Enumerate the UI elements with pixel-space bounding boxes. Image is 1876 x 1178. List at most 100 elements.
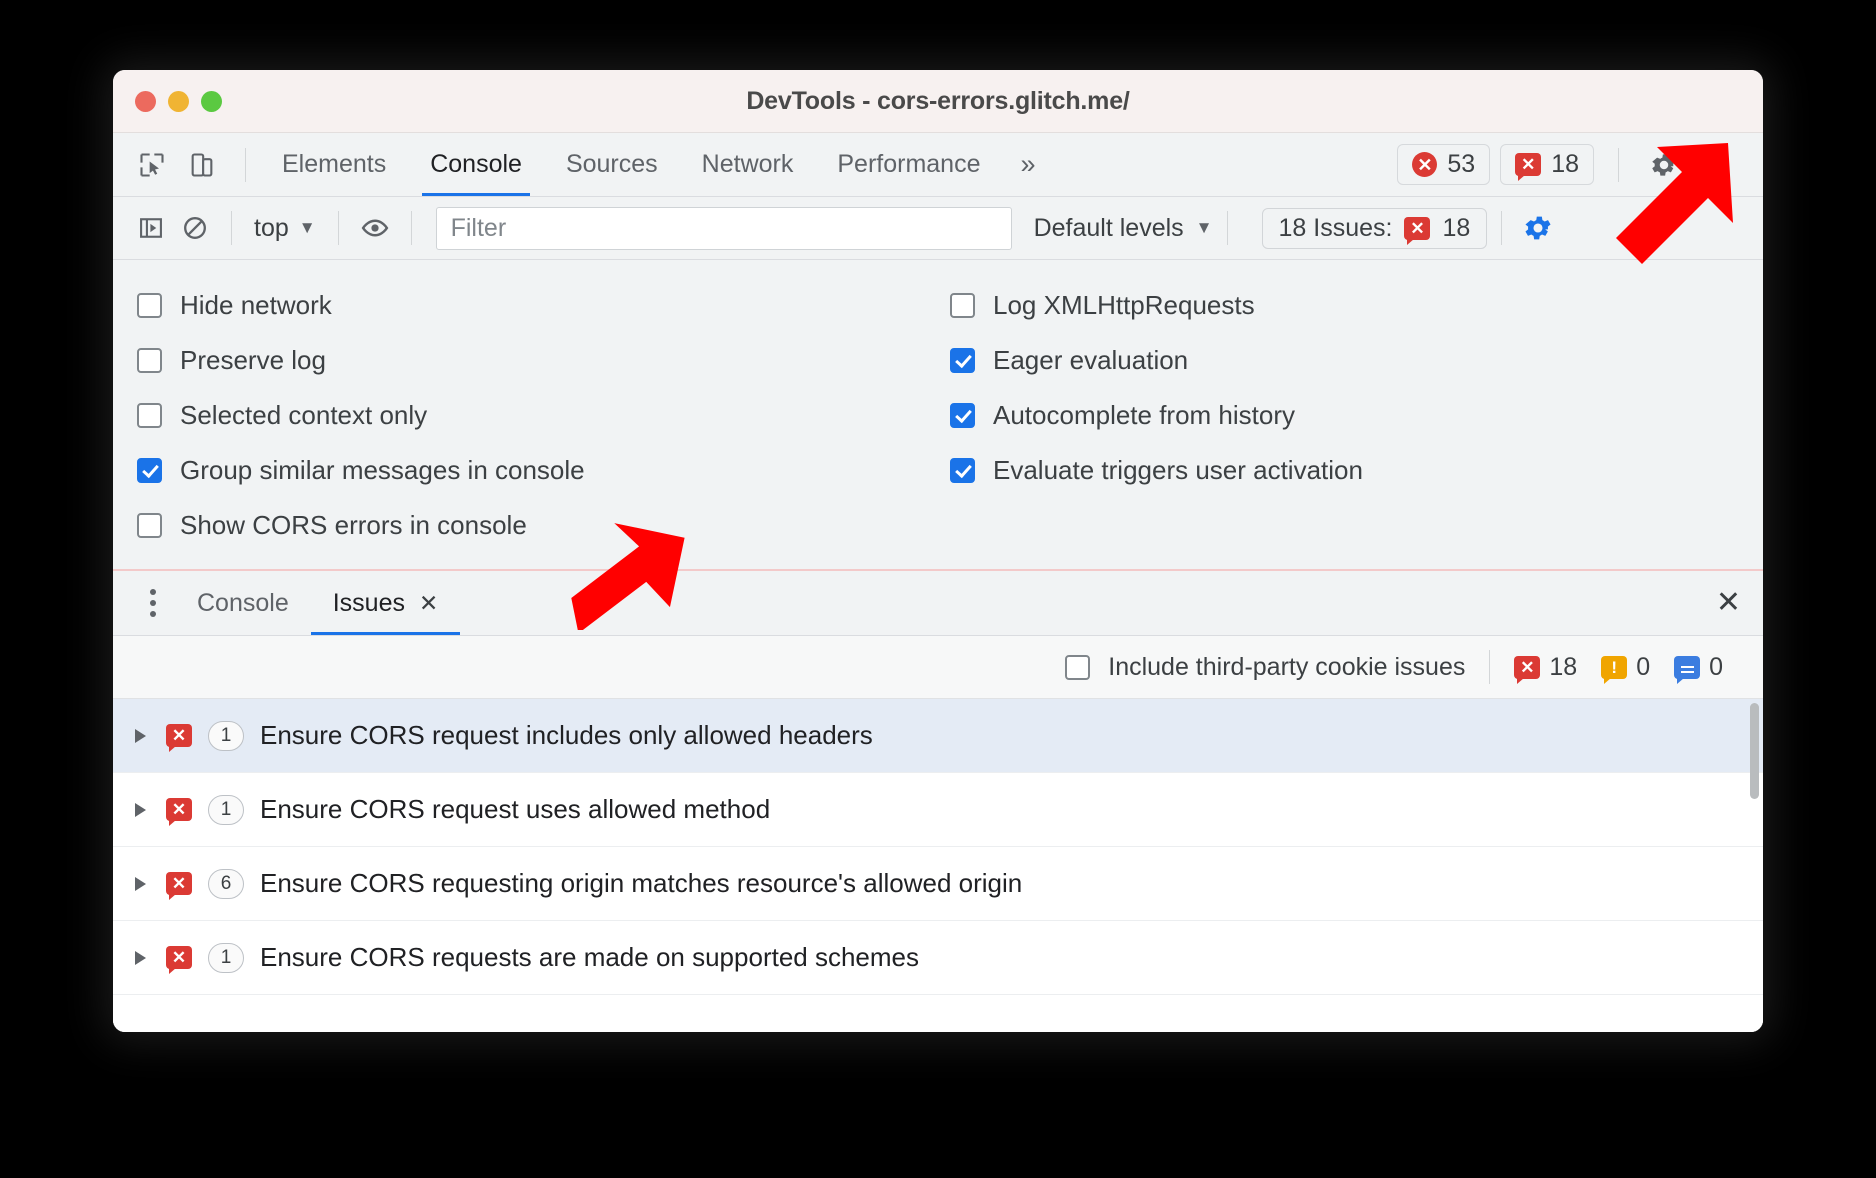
issue-occurrence-count: 1 [208, 942, 244, 973]
setting-label: Autocomplete from history [993, 400, 1296, 430]
issues-summary-count: 18 [1442, 213, 1471, 242]
collapsed-triangle-icon[interactable] [135, 876, 146, 891]
live-expression-eye-icon[interactable] [353, 206, 397, 250]
tab-sources-label: Sources [565, 150, 658, 178]
console-error-count-chip[interactable]: ✕ 53 [1397, 144, 1491, 185]
bubble-x-error-icon: ✕ [166, 724, 192, 752]
issue-row[interactable]: ✕ 1 Ensure CORS requests are made on sup… [113, 921, 1763, 995]
setting-preserve-log[interactable]: Preserve log [137, 333, 950, 388]
console-filter-placeholder: Filter [450, 213, 507, 242]
bubble-warning-icon: ! [1601, 655, 1628, 684]
include-third-party-cookie-issues-checkbox[interactable] [1065, 654, 1091, 680]
tab-performance[interactable]: Performance [815, 133, 1002, 196]
drawer-tab-console-label: Console [197, 588, 289, 617]
kebab-dot [150, 600, 156, 606]
group-similar-messages-checkbox[interactable] [137, 458, 162, 483]
setting-hide-network[interactable]: Hide network [137, 278, 950, 333]
execution-context-label: top [254, 213, 289, 242]
execution-context-selector[interactable]: top ▼ [246, 214, 324, 243]
tab-network[interactable]: Network [680, 133, 816, 196]
setting-label: Preserve log [180, 345, 326, 375]
bubble-x-error-icon: ✕ [166, 872, 192, 900]
evaluate-triggers-user-activation-checkbox[interactable] [950, 458, 975, 483]
setting-evaluate-triggers-user-activation[interactable]: Evaluate triggers user activation [950, 443, 1763, 498]
preserve-log-checkbox[interactable] [137, 348, 162, 373]
issues-summary-button[interactable]: 18 Issues: ✕ 18 [1261, 207, 1488, 249]
toolbar-divider [1501, 211, 1503, 245]
issue-title: Ensure CORS request includes only allowe… [260, 720, 873, 750]
bubble-x-error-icon: ✕ [1514, 655, 1541, 684]
issue-title: Ensure CORS requests are made on support… [260, 942, 920, 972]
issues-count: 18 [1551, 150, 1579, 178]
main-tab-list: Elements Console Sources Network Perform… [260, 133, 1054, 196]
close-issues-tab-icon[interactable]: ✕ [419, 590, 438, 617]
kebab-dot [1722, 172, 1728, 179]
setting-selected-context-only[interactable]: Selected context only [137, 388, 950, 443]
kebab-dot [150, 611, 156, 617]
hide-network-checkbox[interactable] [137, 293, 162, 318]
issues-list[interactable]: ✕ 1 Ensure CORS request includes only al… [113, 699, 1763, 1032]
console-filter-input[interactable]: Filter [435, 206, 1012, 250]
toolbar-divider [337, 211, 339, 245]
eager-evaluation-checkbox[interactable] [950, 348, 975, 373]
issue-occurrence-count: 6 [208, 868, 244, 899]
log-level-label: Default levels [1033, 213, 1184, 242]
tab-elements[interactable]: Elements [260, 133, 408, 196]
setting-log-xmlhttprequests[interactable]: Log XMLHttpRequests [950, 278, 1763, 333]
clear-console-icon[interactable] [173, 206, 217, 250]
devtools-drawer: Console Issues ✕ ✕ Include third-party c… [113, 571, 1763, 1032]
tab-elements-label: Elements [282, 150, 387, 178]
issue-warning-count: 0 [1636, 652, 1651, 681]
drawer-tabbar: Console Issues ✕ ✕ [113, 571, 1763, 636]
issues-count-chip[interactable]: ✕ 18 [1500, 144, 1594, 185]
issue-occurrence-count: 1 [208, 720, 244, 751]
tab-network-label: Network [701, 150, 794, 178]
setting-label: Show CORS errors in console [180, 510, 527, 540]
kebab-dot [1722, 150, 1728, 157]
setting-label: Selected context only [180, 400, 428, 430]
drawer-kebab-menu-icon[interactable] [131, 581, 175, 625]
setting-show-cors-errors[interactable]: Show CORS errors in console [137, 498, 950, 553]
toolbar-divider [245, 147, 246, 182]
kebab-dot [150, 589, 156, 595]
tab-console[interactable]: Console [408, 133, 544, 196]
setting-group-similar-messages[interactable]: Group similar messages in console [137, 443, 950, 498]
gear-icon[interactable] [1643, 144, 1685, 186]
issues-list-scrollbar[interactable] [1750, 703, 1759, 799]
issue-row[interactable]: ✕ 6 Ensure CORS requesting origin matche… [113, 847, 1763, 921]
inspect-element-icon[interactable] [131, 144, 173, 186]
more-tabs-button[interactable]: » [1002, 151, 1053, 178]
console-error-count: 53 [1447, 150, 1476, 178]
log-xmlhttprequests-checkbox[interactable] [950, 293, 975, 318]
autocomplete-from-history-checkbox[interactable] [950, 403, 975, 428]
console-settings-gear-icon[interactable] [1516, 206, 1560, 250]
console-sidebar-icon[interactable] [129, 206, 173, 250]
drawer-tab-issues[interactable]: Issues ✕ [310, 571, 461, 635]
issue-title: Ensure CORS request uses allowed method [260, 794, 771, 824]
selected-context-only-checkbox[interactable] [137, 403, 162, 428]
kebab-menu-icon[interactable] [1703, 143, 1747, 187]
issue-warning-count-group: ! 0 [1601, 652, 1651, 684]
toolbar-divider [231, 211, 232, 245]
log-level-selector[interactable]: Default levels ▼ [1034, 214, 1213, 243]
issue-row[interactable]: ✕ 1 Ensure CORS request uses allowed met… [113, 773, 1763, 847]
drawer-tab-console[interactable]: Console [175, 571, 311, 635]
collapsed-triangle-icon[interactable] [135, 950, 146, 965]
device-toolbar-icon[interactable] [181, 144, 223, 186]
close-drawer-icon[interactable]: ✕ [1716, 588, 1741, 618]
show-cors-errors-checkbox[interactable] [137, 513, 162, 538]
issue-row[interactable]: ✕ 1 Ensure CORS request includes only al… [113, 699, 1763, 773]
collapsed-triangle-icon[interactable] [135, 802, 146, 817]
setting-label: Group similar messages in console [180, 455, 585, 485]
setting-label: Evaluate triggers user activation [993, 455, 1363, 485]
bubble-x-issue-icon: ✕ [1515, 153, 1542, 181]
window-title: DevTools - cors-errors.glitch.me/ [746, 86, 1130, 115]
setting-eager-evaluation[interactable]: Eager evaluation [950, 333, 1763, 388]
collapsed-triangle-icon[interactable] [135, 728, 146, 743]
include-third-party-cookie-issues-row[interactable]: Include third-party cookie issues [1065, 653, 1465, 682]
issue-title: Ensure CORS requesting origin matches re… [260, 868, 1023, 898]
issues-summary-label: 18 Issues: [1278, 213, 1393, 242]
tab-sources[interactable]: Sources [544, 133, 680, 196]
setting-autocomplete-from-history[interactable]: Autocomplete from history [950, 388, 1763, 443]
issue-count-summary: ✕ 18 ! 0 0 [1514, 652, 1737, 684]
